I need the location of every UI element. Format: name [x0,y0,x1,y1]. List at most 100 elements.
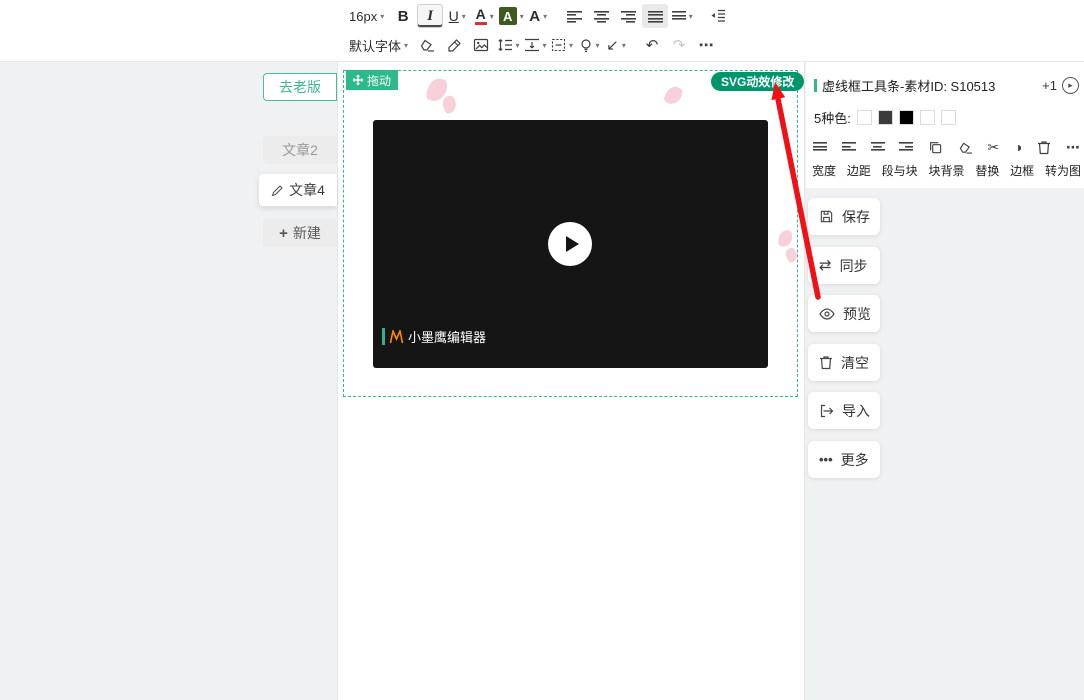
sidebar-item-article4[interactable]: 文章4 [259,174,337,206]
image-icon [473,38,489,52]
chevron-down-icon: ▾ [461,11,466,21]
chevron-down-icon: ▾ [542,40,547,50]
italic-button[interactable]: I [417,4,444,28]
play-button[interactable] [548,222,592,266]
toolbar-more-button[interactable]: ⋯ [693,33,719,57]
sidebar-item-article2[interactable]: 文章2 [263,136,337,164]
watermark-label: 小墨鹰编辑器 [408,330,487,345]
tool-label-border[interactable]: 边框 [1010,162,1034,179]
old-version-button[interactable]: 去老版 [263,73,337,101]
contrast-icon[interactable]: ◑ [1014,140,1022,154]
text-style-icon: A [529,7,541,25]
font-color-icon: A [474,7,487,25]
more-tools-icon[interactable]: ⋯ [1066,140,1080,154]
format-painter-button[interactable] [441,33,467,57]
tool-label-to-image[interactable]: 转为图 [1045,162,1081,179]
color-swatch[interactable] [877,110,893,125]
clear-label: 清空 [841,354,869,371]
panel-title: 虚线框工具条-素材ID: S10513 [822,79,996,94]
paragraph-spacing-button[interactable]: ▾ [522,33,548,57]
chevron-down-icon: ▾ [515,40,520,50]
align-right-icon [620,9,636,23]
import-button[interactable]: 导入 [808,392,880,429]
preview-button[interactable]: 预览 [808,295,880,332]
save-icon [820,210,833,223]
color-swatch[interactable] [919,110,935,125]
format-painter-icon [447,39,461,52]
toolbar-row-1: 16px ▾ B I U ▾ A ▾ A ▾ A ▾ ▾ [344,3,732,29]
tool-label-replace[interactable]: 替换 [975,162,999,179]
more-label: 更多 [840,451,869,468]
font-family-select[interactable]: 默认字体 ▾ [344,33,413,57]
trash-icon [820,356,832,370]
chevron-down-icon: ▾ [595,40,600,50]
clear-format-button[interactable] [414,33,440,57]
trash-icon[interactable] [1037,140,1051,155]
sidebar-item-new[interactable]: + 新建 [263,219,337,247]
save-button[interactable]: 保存 [808,198,880,235]
import-label: 导入 [842,402,870,419]
block-background-icon[interactable] [899,141,914,153]
tool-label-width[interactable]: 宽度 [812,162,836,179]
tool-label-block-bg[interactable]: 块背景 [928,162,964,179]
sync-button[interactable]: ⇄ 同步 [808,247,880,284]
highlight-color-button[interactable]: A ▾ [498,4,524,28]
align-left-icon [566,9,582,23]
import-icon [820,404,834,417]
align-right-button[interactable] [615,4,641,28]
underline-letter: U [448,8,459,24]
paragraph-spacing-icon [524,38,539,52]
tool-label-paragraph-block[interactable]: 段与块 [882,162,918,179]
margin-icon[interactable] [841,141,856,153]
underline-button[interactable]: U ▾ [444,4,470,28]
tool-label-margin[interactable]: 边距 [847,162,871,179]
insert-image-button[interactable] [468,33,494,57]
paragraph-block-icon[interactable] [870,141,885,153]
font-size-select[interactable]: 16px ▾ [344,4,389,28]
counter-badge: +1 [1042,78,1057,93]
line-height-icon [497,39,512,51]
replace-eraser-icon[interactable] [958,141,973,154]
accent-bar [814,79,817,92]
bold-button[interactable]: B [390,4,416,28]
font-color-button[interactable]: A ▾ [471,4,497,28]
copy-icon[interactable] [928,140,943,155]
scissors-icon[interactable]: ✂ [988,140,1000,154]
more-button[interactable]: ••• 更多 [808,441,880,478]
margin-button[interactable]: ▾ [549,33,575,57]
highlight-color-icon: A [498,7,517,25]
clear-button[interactable]: 清空 [808,344,880,381]
highlight-lamp-button[interactable]: ▾ [576,33,602,57]
align-justify-button[interactable] [642,4,669,28]
width-icon[interactable] [813,141,827,153]
line-height-button[interactable]: ▾ [495,33,521,57]
material-tool-panel: 虚线框工具条-素材ID: S10513 +1 ▸ 5种色: ✂ ◑ ⋯ 宽度 边… [806,62,1084,188]
font-size-value: 16px [349,8,378,24]
align-left-button[interactable] [561,4,587,28]
outdent-button[interactable] [705,4,731,28]
insert-arrow-button[interactable]: ↙ ▾ [603,33,629,57]
video-player[interactable]: 小墨鹰编辑器 [373,120,768,368]
formatting-toolbar: 16px ▾ B I U ▾ A ▾ A ▾ A ▾ ▾ 默认字体 ▾ ▾ ▾ … [0,0,1084,62]
colors-label: 5种色: [814,111,851,126]
redo-button[interactable]: ↷ [666,33,692,57]
drag-handle-badge[interactable]: 拖动 [346,70,399,90]
chevron-down-icon: ▾ [569,40,574,50]
list-icon [671,10,686,22]
list-button[interactable]: ▾ [669,4,695,28]
color-swatch[interactable] [898,110,914,125]
watermark: 小墨鹰编辑器 [382,327,486,346]
redo-icon: ↷ [672,36,686,54]
expand-circle-button[interactable]: ▸ [1062,77,1079,94]
eraser-icon [420,39,435,52]
color-swatch[interactable] [940,110,956,125]
text-style-button[interactable]: A ▾ [525,4,551,28]
tool-icon-row: ✂ ◑ ⋯ [813,138,1080,156]
align-center-button[interactable] [588,4,614,28]
tool-label-row: 宽度 边距 段与块 块背景 替换 边框 转为图 [812,162,1081,179]
svg-animation-badge[interactable]: SVG动效修改 [711,72,805,91]
sync-icon: ⇄ [819,257,832,274]
undo-button[interactable]: ↶ [639,33,665,57]
color-swatch[interactable] [856,110,872,125]
chevron-down-icon: ▾ [519,11,524,21]
